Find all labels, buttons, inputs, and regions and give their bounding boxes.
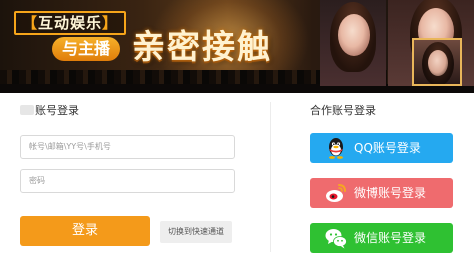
blurred-logo — [20, 105, 34, 115]
banner-tag: 【互动娱乐】 — [14, 11, 127, 35]
login-button[interactable]: 登录 — [20, 216, 150, 246]
qq-login-label: QQ账号登录 — [354, 141, 421, 155]
wechat-login-button[interactable]: 微信账号登录 — [310, 223, 453, 253]
banner-tag-right-bracket: 】 — [102, 14, 119, 32]
banner-tag-text: 互动娱乐 — [38, 14, 103, 32]
host-photo-1 — [320, 0, 386, 86]
section-divider — [270, 102, 271, 252]
password-placeholder: 密码 — [29, 176, 45, 185]
promo-banner: 【互动娱乐】 与主播 亲密接触 — [0, 0, 474, 93]
qq-penguin-icon — [329, 138, 343, 159]
wechat-icon — [325, 229, 347, 249]
host-photo-3 — [412, 38, 462, 86]
banner-tag-left-bracket: 【 — [22, 14, 39, 32]
account-input[interactable]: 帐号\邮箱\YY号\手机号 — [20, 135, 235, 159]
partner-section-title: 合作账号登录 — [310, 104, 376, 117]
account-placeholder: 帐号\邮箱\YY号\手机号 — [29, 142, 111, 151]
qq-login-button[interactable]: QQ账号登录 — [310, 133, 453, 163]
login-title-text: 账号登录 — [35, 104, 79, 117]
switch-to-fast-channel-button[interactable]: 切换到快速通道 — [160, 221, 232, 243]
password-input[interactable]: 密码 — [20, 169, 235, 193]
banner-headline: 亲密接触 — [132, 27, 272, 66]
weibo-login-button[interactable]: 微博账号登录 — [310, 178, 453, 208]
wechat-login-label: 微信账号登录 — [354, 231, 427, 245]
weibo-icon — [326, 184, 346, 202]
weibo-login-label: 微博账号登录 — [354, 186, 427, 200]
login-section-title: 账号登录 — [20, 104, 79, 118]
banner-subtitle: 与主播 — [52, 37, 121, 61]
